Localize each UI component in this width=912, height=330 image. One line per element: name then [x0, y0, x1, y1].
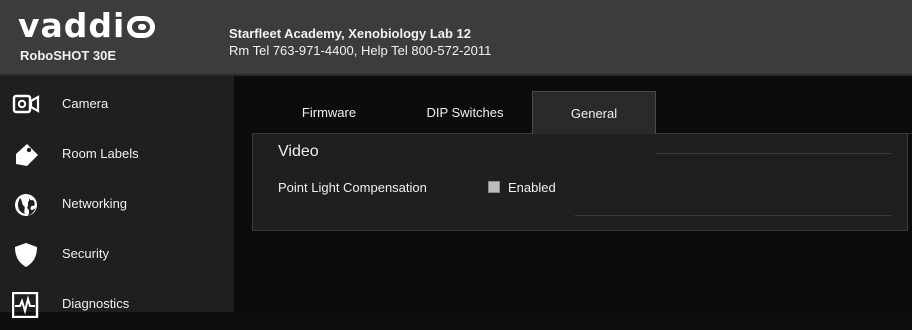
sidebar-item-label: Room Labels — [62, 146, 139, 161]
sidebar-item-room-labels[interactable]: Room Labels — [0, 130, 234, 180]
sidebar-item-label: Networking — [62, 196, 128, 211]
tab-bar: Firmware DIP Switches General — [252, 91, 912, 134]
site-name: Starfleet Academy, Xenobiology Lab 12 — [229, 26, 472, 41]
logo-o-mark — [127, 16, 156, 38]
sidebar-item-security[interactable]: Security — [0, 230, 234, 280]
camera-icon — [12, 92, 40, 118]
site-phone: Rm Tel 763-971-4400, Help Tel 800-572-20… — [229, 43, 492, 58]
tab-general[interactable]: General — [532, 91, 656, 134]
product-model: RoboSHOT 30E — [20, 48, 117, 63]
shield-icon — [12, 242, 40, 268]
section-divider — [655, 153, 891, 154]
vaddio-logo: vaddi — [18, 6, 156, 46]
tab-firmware[interactable]: Firmware — [274, 91, 384, 133]
general-settings-panel: Video Point Light Compensation Enabled — [252, 133, 908, 231]
sidebar-item-label: Security — [62, 246, 109, 261]
globe-icon — [12, 192, 40, 218]
pulse-icon — [11, 291, 40, 319]
app-header: vaddi RoboSHOT 30E Starfleet Academy, Xe… — [0, 0, 912, 76]
enabled-label[interactable]: Enabled — [508, 180, 556, 195]
sidebar-item-label: Diagnostics — [62, 296, 130, 311]
tab-dip-switches[interactable]: DIP Switches — [400, 91, 530, 133]
sidebar-item-diagnostics[interactable]: Diagnostics — [0, 280, 234, 330]
tag-icon — [12, 142, 40, 168]
point-light-compensation-checkbox[interactable] — [488, 181, 500, 193]
logo-text: vaddi — [18, 6, 126, 45]
sidebar-item-label: Camera — [62, 96, 109, 111]
sidebar-nav: Camera Room Labels Networking Security D… — [0, 76, 234, 319]
sidebar-item-camera[interactable]: Camera — [0, 80, 234, 130]
section-title: Video — [278, 143, 319, 160]
site-info: Starfleet Academy, Xenobiology Lab 12 Rm… — [229, 25, 491, 59]
brand: vaddi RoboSHOT 30E — [0, 0, 214, 76]
sidebar-item-networking[interactable]: Networking — [0, 180, 234, 230]
point-light-compensation-label: Point Light Compensation — [278, 180, 427, 195]
panel-divider — [575, 215, 891, 216]
